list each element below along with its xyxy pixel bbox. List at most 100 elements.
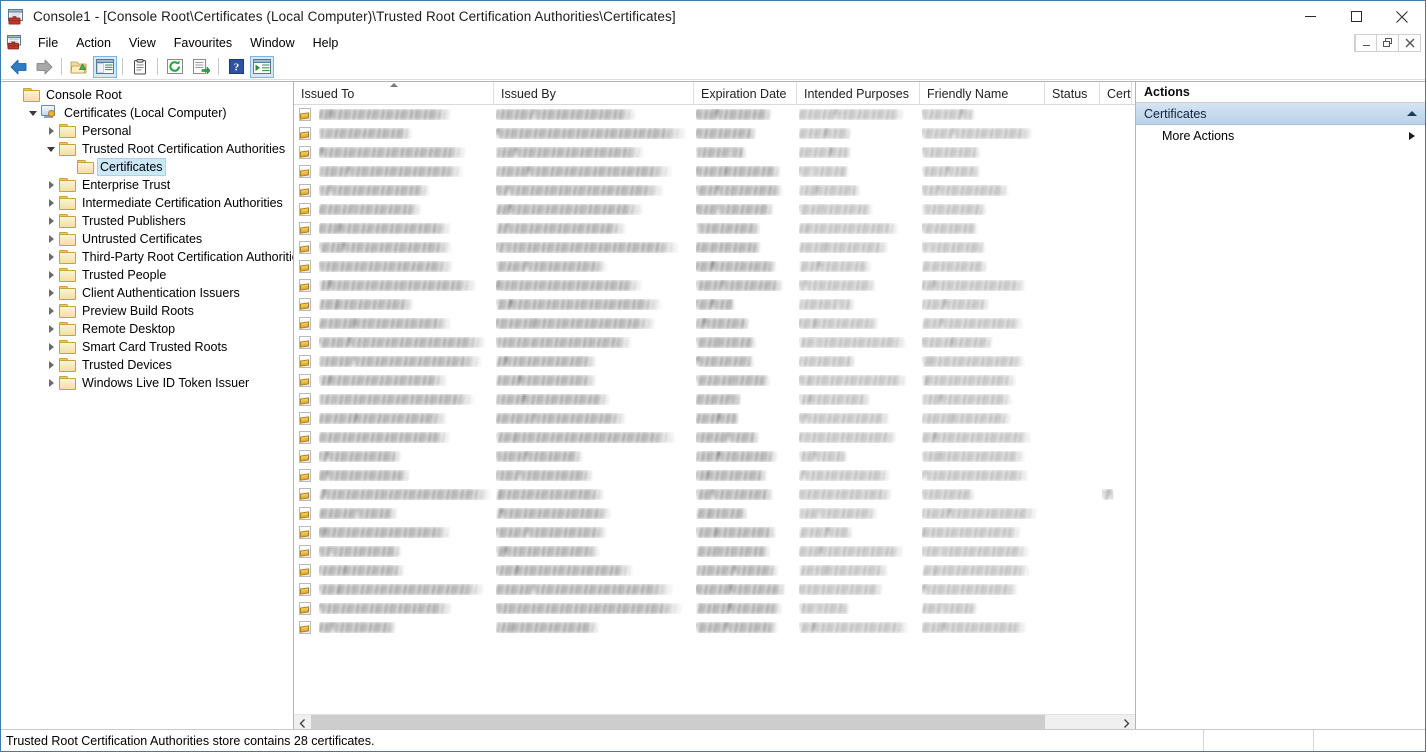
help-icon[interactable]: ? — [224, 56, 248, 78]
action-more-actions[interactable]: More Actions — [1136, 125, 1425, 147]
certificate-cell — [797, 219, 920, 238]
certificate-row[interactable] — [294, 390, 1135, 409]
action-item-label: More Actions — [1162, 129, 1235, 143]
title-bar: Console1 - [Console Root\Certificates (L… — [1, 1, 1425, 32]
certificate-row[interactable] — [294, 542, 1135, 561]
column-header-issued-by[interactable]: Issued By — [494, 82, 694, 104]
menu-window[interactable]: Window — [241, 34, 303, 53]
menu-favourites[interactable]: Favourites — [165, 34, 241, 53]
properties-icon[interactable] — [128, 56, 152, 78]
chevron-right-icon[interactable] — [43, 122, 59, 140]
redacted-text — [319, 603, 453, 614]
certificate-row[interactable] — [294, 504, 1135, 523]
certificate-cell — [1100, 409, 1132, 428]
tree-node-untrusted-certificates[interactable]: Untrusted Certificates — [1, 230, 293, 248]
certificate-row[interactable] — [294, 200, 1135, 219]
minimize-button[interactable] — [1287, 1, 1333, 32]
show-hide-action-pane-icon[interactable] — [250, 55, 274, 78]
chevron-right-icon[interactable] — [43, 266, 59, 284]
certificate-row[interactable] — [294, 276, 1135, 295]
tree-node-trusted-people[interactable]: Trusted People — [1, 266, 293, 284]
close-button[interactable] — [1379, 1, 1425, 32]
chevron-right-icon[interactable] — [43, 212, 59, 230]
column-header-status[interactable]: Status — [1045, 82, 1100, 104]
chevron-right-icon[interactable] — [43, 374, 59, 392]
menu-file[interactable]: File — [29, 34, 67, 53]
tree-node-smart-card-trusted-roots[interactable]: Smart Card Trusted Roots — [1, 338, 293, 356]
certificate-row[interactable] — [294, 124, 1135, 143]
certificate-row[interactable] — [294, 314, 1135, 333]
certificate-row[interactable] — [294, 523, 1135, 542]
certificate-row[interactable] — [294, 466, 1135, 485]
up-one-level-icon[interactable] — [67, 56, 91, 78]
tree-node-personal[interactable]: Personal — [1, 122, 293, 140]
certificate-row[interactable] — [294, 105, 1135, 124]
tree-node-preview-build-roots[interactable]: Preview Build Roots — [1, 302, 293, 320]
certificate-row[interactable] — [294, 561, 1135, 580]
tree-node-client-authentication-issuers[interactable]: Client Authentication Issuers — [1, 284, 293, 302]
tree-node-enterprise-trust[interactable]: Enterprise Trust — [1, 176, 293, 194]
certificate-row[interactable] — [294, 599, 1135, 618]
certificate-row[interactable] — [294, 428, 1135, 447]
menu-action[interactable]: Action — [67, 34, 120, 53]
column-header-intended-purposes[interactable]: Intended Purposes — [797, 82, 920, 104]
certificate-row[interactable] — [294, 295, 1135, 314]
certificate-row[interactable] — [294, 162, 1135, 181]
tree-node-label: Trusted Root Certification Authorities — [82, 142, 286, 156]
list-column-headers: Issued To Issued By Expiration Date Intende… — [294, 82, 1135, 105]
tree-node-certificates[interactable]: Certificates — [1, 158, 293, 176]
chevron-right-icon[interactable] — [43, 194, 59, 212]
chevron-right-icon[interactable] — [43, 320, 59, 338]
menu-view[interactable]: View — [120, 34, 165, 53]
certificate-row[interactable] — [294, 580, 1135, 599]
chevron-right-icon[interactable] — [43, 284, 59, 302]
column-header-certi[interactable]: Certi — [1100, 82, 1132, 104]
forward-icon[interactable] — [32, 56, 56, 78]
back-icon[interactable] — [6, 56, 30, 78]
certificate-row[interactable] — [294, 219, 1135, 238]
tree-node-intermediate-certification-authorities[interactable]: Intermediate Certification Authorities — [1, 194, 293, 212]
refresh-icon[interactable] — [163, 56, 187, 78]
mdi-minimize-button[interactable] — [1355, 34, 1377, 52]
mdi-restore-button[interactable] — [1377, 34, 1399, 52]
certificate-row[interactable] — [294, 143, 1135, 162]
column-header-friendly-name[interactable]: Friendly Name — [920, 82, 1045, 104]
chevron-right-icon[interactable] — [43, 176, 59, 194]
column-header-issued-to[interactable]: Issued To — [294, 82, 494, 104]
certificate-row[interactable] — [294, 371, 1135, 390]
certificate-cell — [694, 409, 797, 428]
chevron-right-icon[interactable] — [43, 248, 59, 266]
folder-icon — [59, 303, 75, 319]
mdi-close-button[interactable] — [1399, 34, 1421, 52]
chevron-right-icon[interactable] — [43, 302, 59, 320]
certificate-row[interactable] — [294, 447, 1135, 466]
certificate-row[interactable] — [294, 485, 1135, 504]
maximize-button[interactable] — [1333, 1, 1379, 32]
certificate-row[interactable] — [294, 333, 1135, 352]
certificate-row[interactable] — [294, 257, 1135, 276]
tree-node-certificates-local-computer[interactable]: Certificates (Local Computer) — [1, 104, 293, 122]
tree-node-third-party-root-certification-authorities[interactable]: Third-Party Root Certification Authoriti… — [1, 248, 293, 266]
chevron-down-icon[interactable] — [43, 140, 59, 158]
actions-group-certificates[interactable]: Certificates — [1136, 103, 1425, 125]
certificate-row[interactable] — [294, 181, 1135, 200]
chevron-right-icon[interactable] — [43, 230, 59, 248]
tree-node-trusted-publishers[interactable]: Trusted Publishers — [1, 212, 293, 230]
tree-node-console-root[interactable]: Console Root — [1, 86, 293, 104]
certificate-row[interactable] — [294, 409, 1135, 428]
tree-node-windows-live-id-token-issuer[interactable]: Windows Live ID Token Issuer — [1, 374, 293, 392]
menu-help[interactable]: Help — [304, 34, 348, 53]
certificate-row[interactable] — [294, 618, 1135, 637]
show-hide-console-tree-icon[interactable] — [93, 55, 117, 78]
chevron-right-icon[interactable] — [43, 356, 59, 374]
chevron-right-icon[interactable] — [43, 338, 59, 356]
chevron-down-icon[interactable] — [25, 104, 41, 122]
tree-node-trusted-root-certification-authorities[interactable]: Trusted Root Certification Authorities — [1, 140, 293, 158]
column-header-expiration-date[interactable]: Expiration Date — [694, 82, 797, 104]
export-list-icon[interactable] — [189, 56, 213, 78]
certificate-row[interactable] — [294, 352, 1135, 371]
collapse-caret-icon[interactable] — [1407, 111, 1417, 116]
tree-node-remote-desktop[interactable]: Remote Desktop — [1, 320, 293, 338]
tree-node-trusted-devices[interactable]: Trusted Devices — [1, 356, 293, 374]
certificate-row[interactable] — [294, 238, 1135, 257]
